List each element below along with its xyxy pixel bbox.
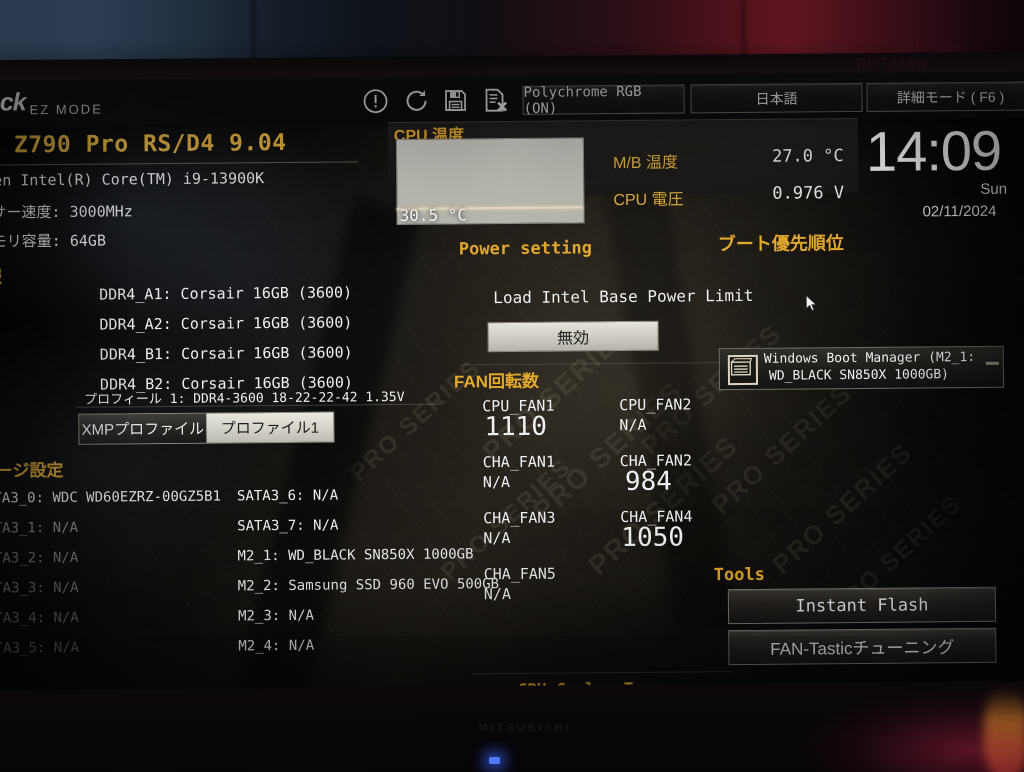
power-limit-label: Load Intel Base Power Limit <box>493 285 754 308</box>
storage-device: ATA3_1: N/A <box>0 519 79 537</box>
power-setting-title: Power setting <box>458 238 592 260</box>
storage-device: ATA3_4: N/A <box>0 609 79 627</box>
power-led-indicator <box>489 757 500 764</box>
photo-of-monitor: Diamondcrysta RDT233W PRO SERIES PRO SER… <box>0 0 1024 772</box>
fan-name: CHA_FAN3 <box>483 508 556 528</box>
storage-device: M2_1: WD_BLACK SN850X 1000GB <box>237 546 474 565</box>
boot-priority-title: ブート優先順位 <box>717 233 844 255</box>
fan-tastic-tuning-button[interactable]: FAN-Tasticチューニング <box>728 627 997 666</box>
fan-value: N/A <box>483 585 512 604</box>
memory-slot: DDR4_A2: Corsair 16GB (3600) <box>99 313 353 334</box>
fan-name: CHA_FAN5 <box>483 564 557 584</box>
asrock-logo: ock <box>0 88 26 117</box>
language-button[interactable]: 日本語 <box>690 82 863 114</box>
xmp-profile-selector[interactable]: XMPプロファイル プロファイル1 <box>78 411 335 445</box>
memory-slot: DDR4_A1: Corsair 16GB (3600) <box>99 283 353 304</box>
mouse-cursor <box>805 294 817 312</box>
mb-temp-label: M/B 温度 <box>613 154 679 173</box>
cpu-speed: ッサー速度: 3000MHz <box>0 202 133 222</box>
storage-device: ATA3_2: N/A <box>0 549 79 567</box>
refresh-icon[interactable] <box>403 88 429 114</box>
boot-device-line2: WD_BLACK SN850X 1000GB) <box>768 367 950 384</box>
fan-value: 1050 <box>621 522 685 554</box>
fan-value: 1110 <box>484 411 548 443</box>
alert-icon[interactable] <box>362 88 388 114</box>
boot-drag-handle-icon[interactable] <box>985 361 999 365</box>
storage-device: ATA3_5: N/A <box>0 639 80 657</box>
storage-section-title: レージ設定 <box>0 460 64 481</box>
fan-section-title: FAN回転数 <box>453 371 540 392</box>
mb-temp-value: 27.0 °C <box>771 146 844 167</box>
clock-weekday: Sun <box>980 180 1008 198</box>
xmp-profile-detail: プロフィール 1: DDR4-3600 18-22-22-42 1.35V <box>84 389 405 408</box>
storage-device: M2_4: N/A <box>238 637 315 655</box>
fan-value: N/A <box>482 473 511 492</box>
power-limit-value-button[interactable]: 無効 <box>487 320 659 353</box>
fan-name: CPU_FAN2 <box>619 395 692 415</box>
xmp-profile-label[interactable]: XMPプロファイル <box>79 413 207 444</box>
fan-name: CHA_FAN1 <box>482 452 556 472</box>
polychrome-rgb-button[interactable]: Polychrome RGB (ON) <box>522 83 685 116</box>
storage-device: ATA3_3: N/A <box>0 579 79 597</box>
ambient-glow-edge <box>984 688 1024 772</box>
fan-value: N/A <box>619 415 647 435</box>
advanced-mode-button[interactable]: 詳細モード ( F6 ) <box>866 81 1024 112</box>
tools-section-title: Tools <box>713 564 765 586</box>
memory-capacity: メモリ容量: 64GB <box>0 231 107 251</box>
clock-date: 02/11/2024 <box>922 202 997 221</box>
monitor-brand-top-label: Diamondcrysta RDT233W <box>855 37 963 73</box>
ez-mode-label: EZ MODE <box>29 101 103 118</box>
storage-device: SATA3_7: N/A <box>237 517 339 535</box>
boot-device-line1: Windows Boot Manager (M2_1: <box>763 349 976 367</box>
board-model-title: Z790 Pro RS/D4 9.04 <box>13 129 287 159</box>
cpu-voltage-value: 0.976 V <box>772 183 845 204</box>
cpu-temp-value: 30.5 °C <box>399 205 468 225</box>
save-icon[interactable] <box>442 87 468 113</box>
storage-device: ATA3_0: WDC WD60EZRZ-00GZ5B1 <box>0 488 222 507</box>
bios-screen: PRO SERIES PRO SERIES PRO SERIES PRO SER… <box>0 71 1024 693</box>
clock-time: 14:09 <box>865 118 1002 183</box>
discard-exit-icon[interactable] <box>482 87 508 113</box>
cpu-voltage-label: CPU 電圧 <box>613 191 684 210</box>
memory-section-title: 報 <box>0 267 3 287</box>
storage-device: M2_3: N/A <box>237 607 314 625</box>
boot-device-icon <box>727 354 759 386</box>
fan-value: N/A <box>483 529 511 548</box>
fan-value: 984 <box>624 466 672 498</box>
monitor-brand-bottom-label: MITSUBISHI <box>478 722 572 734</box>
cpu-name: Gen Intel(R) Core(TM) i9-13900K <box>0 169 265 190</box>
storage-device: SATA3_6: N/A <box>236 487 339 505</box>
instant-flash-button[interactable]: Instant Flash <box>727 586 997 625</box>
storage-device: M2_2: Samsung SSD 960 EVO 500GB <box>237 576 500 595</box>
xmp-profile-value[interactable]: プロファイル1 <box>206 412 334 443</box>
memory-slot: DDR4_B1: Corsair 16GB (3600) <box>99 343 353 364</box>
